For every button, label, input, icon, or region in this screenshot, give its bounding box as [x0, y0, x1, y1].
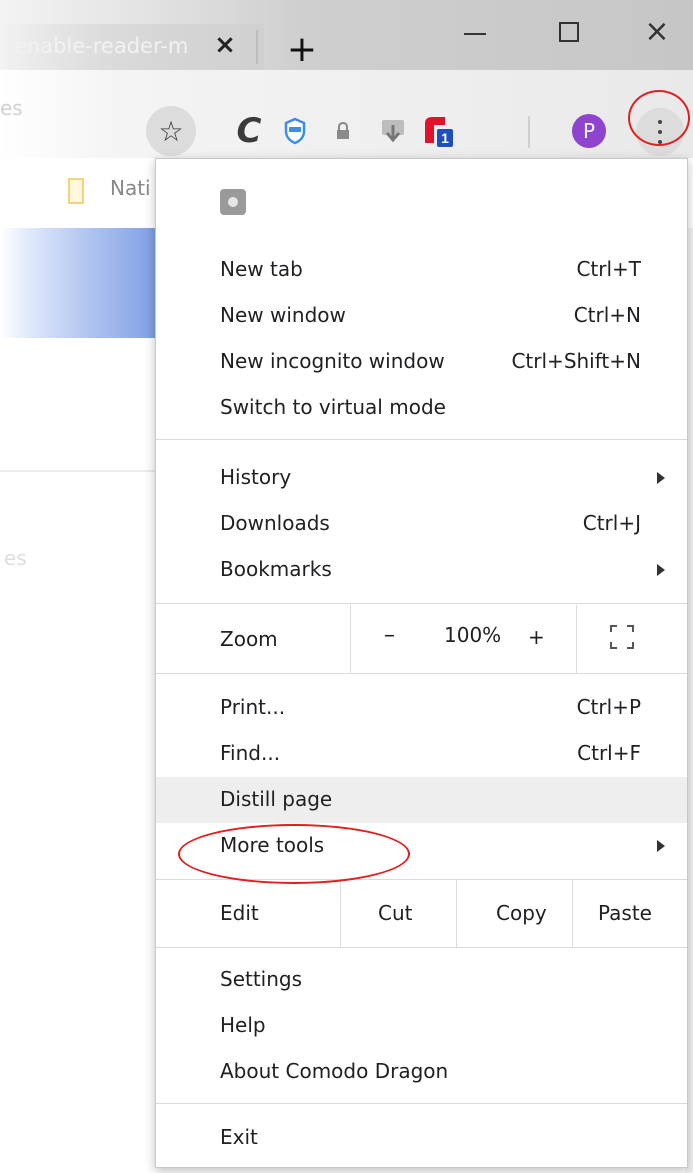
- menu-item-find[interactable]: Find... Ctrl+F: [156, 731, 687, 777]
- menu-item-label: Switch to virtual mode: [220, 395, 446, 419]
- menu-item-shortcut: Ctrl+J: [582, 511, 641, 535]
- toolbar-divider: [528, 116, 530, 148]
- menu-item-new-window[interactable]: New window Ctrl+N: [156, 293, 687, 339]
- menu-item-new-incognito-window[interactable]: New incognito window Ctrl+Shift+N: [156, 339, 687, 385]
- menu-item-bookmarks[interactable]: Bookmarks: [156, 547, 687, 593]
- menu-item-exit[interactable]: Exit: [156, 1115, 687, 1161]
- zoom-in-button[interactable]: +: [528, 625, 545, 649]
- new-tab-button[interactable]: +: [282, 30, 322, 70]
- shield-icon[interactable]: [272, 108, 318, 154]
- menu-item-label: New incognito window: [220, 349, 445, 373]
- menu-item-label: Bookmarks: [220, 557, 332, 581]
- star-icon[interactable]: ☆: [146, 106, 196, 156]
- minimize-icon: [464, 33, 486, 35]
- menu-item-shortcut: Ctrl+N: [573, 303, 641, 327]
- menu-item-label: Distill page: [220, 787, 333, 811]
- menu-item-label: Help: [220, 1013, 266, 1037]
- menu-item-label: Exit: [220, 1125, 258, 1149]
- menu-separator: [156, 673, 687, 674]
- bookmark-folder-icon: [68, 178, 84, 204]
- download-icon[interactable]: [370, 108, 416, 154]
- minimize-button[interactable]: [452, 10, 500, 54]
- distill-page-annotation-circle: [178, 824, 410, 884]
- menu-item-downloads[interactable]: Downloads Ctrl+J: [156, 501, 687, 547]
- menu-item-label: New window: [220, 303, 346, 327]
- menu-item-label: Downloads: [220, 511, 330, 535]
- menu-item-label: Print...: [220, 695, 286, 719]
- avatar[interactable]: P: [572, 114, 606, 148]
- menu-item-distill-page[interactable]: Distill page: [156, 777, 687, 823]
- active-tab[interactable]: enable-reader-m ×: [0, 24, 264, 70]
- copy-button[interactable]: Copy: [496, 901, 547, 925]
- submenu-arrow-icon: [657, 840, 665, 852]
- submenu-arrow-icon: [657, 472, 665, 484]
- menu-separator: [156, 947, 687, 948]
- menu-item-print[interactable]: Print... Ctrl+P: [156, 685, 687, 731]
- maximize-icon: [559, 22, 579, 42]
- menu-item-shortcut: Ctrl+P: [576, 695, 641, 719]
- zoom-divider: [350, 605, 351, 673]
- zoom-level: 100%: [444, 623, 502, 647]
- zoom-row: Zoom – 100% +: [156, 605, 687, 673]
- cut-button[interactable]: Cut: [378, 901, 412, 925]
- menu-item-shortcut: Ctrl+T: [576, 257, 641, 281]
- menu-item-label: Settings: [220, 967, 303, 991]
- menu-item-label: Find...: [220, 741, 281, 765]
- menu-item-help[interactable]: Help: [156, 1003, 687, 1049]
- window-close-button[interactable]: ×: [633, 10, 681, 54]
- menu-item-new-tab[interactable]: New tab Ctrl+T: [156, 247, 687, 293]
- zoom-label: Zoom: [220, 627, 278, 651]
- lock-icon[interactable]: [320, 108, 366, 154]
- zoom-out-button[interactable]: –: [384, 623, 395, 648]
- zoom-divider: [576, 605, 577, 673]
- menu-item-shortcut: Ctrl+Shift+N: [511, 349, 641, 373]
- red-extension-icon[interactable]: 1: [414, 108, 460, 154]
- red-extension-badge: 1: [441, 130, 449, 146]
- edit-divider: [572, 879, 573, 947]
- extension-icon[interactable]: [220, 189, 246, 215]
- edit-label: Edit: [220, 901, 259, 925]
- menu-item-shortcut: Ctrl+F: [577, 741, 641, 765]
- edit-row: Edit Cut Copy Paste: [156, 879, 687, 947]
- page-divider: [0, 470, 155, 472]
- maximize-button[interactable]: [545, 10, 593, 54]
- menu-button-annotation-circle: [628, 90, 690, 146]
- omnibox-fragment[interactable]: es: [0, 96, 40, 126]
- menu-separator: [156, 1103, 687, 1104]
- submenu-arrow-icon: [657, 564, 665, 576]
- page-faded-text: es: [4, 546, 27, 570]
- menu-item-label: New tab: [220, 257, 303, 281]
- browser-main-menu: New tab Ctrl+T New window Ctrl+N New inc…: [155, 158, 688, 1168]
- tab-title: enable-reader-m: [14, 34, 189, 58]
- fullscreen-icon[interactable]: [610, 625, 634, 649]
- title-bar: enable-reader-m × + ×: [0, 0, 693, 70]
- menu-item-history[interactable]: History: [156, 455, 687, 501]
- menu-separator: [156, 439, 687, 440]
- menu-item-about[interactable]: About Comodo Dragon: [156, 1049, 687, 1095]
- paste-button[interactable]: Paste: [598, 901, 652, 925]
- menu-item-switch-to-virtual-mode[interactable]: Switch to virtual mode: [156, 385, 687, 431]
- bookmark-item-label[interactable]: Nati: [110, 176, 151, 200]
- menu-item-label: History: [220, 465, 292, 489]
- menu-item-label: About Comodo Dragon: [220, 1059, 449, 1083]
- edit-divider: [456, 879, 457, 947]
- edit-divider: [340, 879, 341, 947]
- menu-item-settings[interactable]: Settings: [156, 957, 687, 1003]
- tab-close-icon[interactable]: ×: [210, 30, 240, 60]
- tab-divider: [256, 30, 258, 64]
- browser-toolbar: es ☆ C 1 P: [0, 70, 693, 158]
- menu-separator: [156, 603, 687, 604]
- comodo-c-icon[interactable]: C: [226, 108, 272, 154]
